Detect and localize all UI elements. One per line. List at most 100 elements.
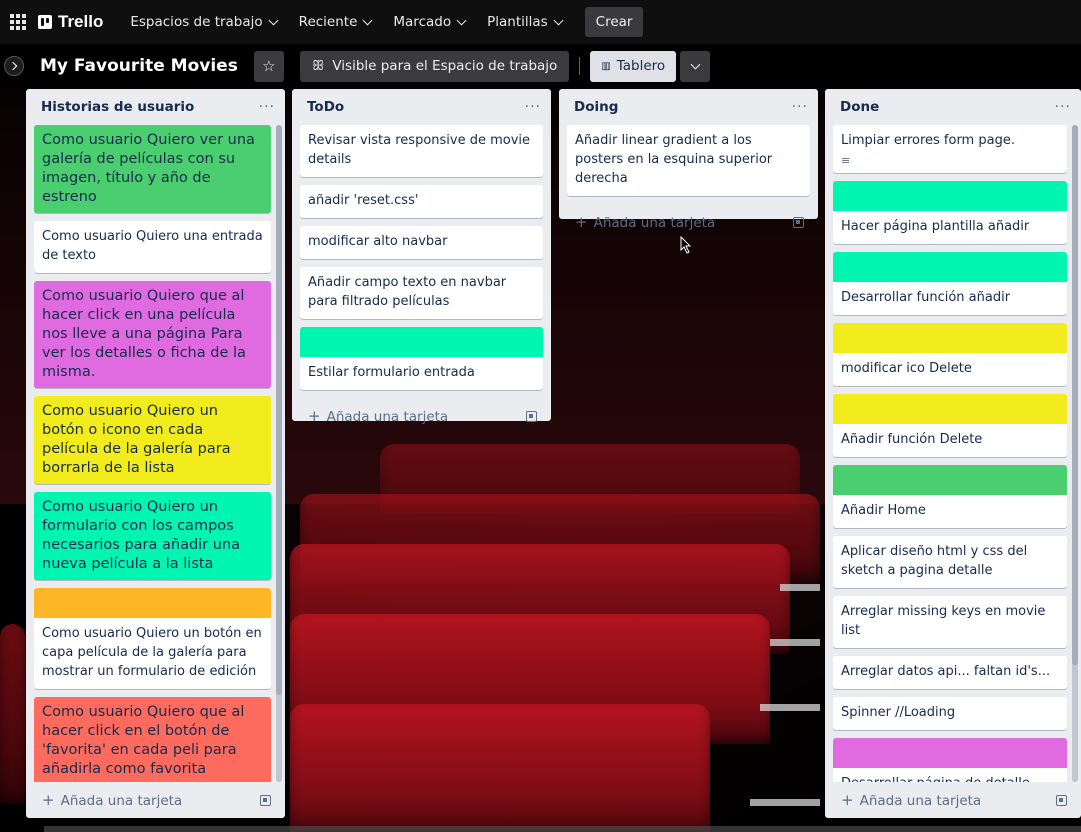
card[interactable]: Arreglar datos api... faltan id's... (833, 656, 1067, 689)
card[interactable]: Limpiar errores form page. ≡ (833, 125, 1067, 173)
add-card-label: Añada una tarjeta (859, 793, 982, 809)
background-step (780, 584, 820, 591)
card-container: Añadir linear gradient a los posters en … (559, 125, 818, 204)
card[interactable]: modificar ico Delete (833, 323, 1067, 386)
card[interactable]: Como usuario Quiero una entrada de texto (34, 221, 271, 273)
card-cover (300, 327, 543, 357)
card-title: Como usuario Quiero un botón o icono en … (42, 403, 231, 476)
card-title: Como usuario Quiero que al hacer click e… (42, 288, 246, 380)
card-cover (833, 465, 1067, 495)
chevron-down-icon (268, 15, 279, 25)
star-icon: ☆ (262, 57, 276, 75)
card-title: Añadir campo texto en navbar para filtra… (308, 275, 507, 309)
card[interactable]: modificar alto navbar (300, 226, 543, 259)
card-title: Como usuario Quiero un formulario con lo… (42, 499, 241, 572)
card[interactable]: Como usuario Quiero un formulario con lo… (34, 492, 271, 580)
card[interactable]: Hacer página plantilla añadir (833, 181, 1067, 244)
card[interactable]: Arreglar missing keys en movie list (833, 596, 1067, 648)
description-icon: ≡ (841, 154, 851, 167)
chevron-down-icon (456, 15, 467, 25)
card[interactable]: Aplicar diseño html y css del sketch a p… (833, 536, 1067, 588)
background-step (750, 799, 820, 806)
card[interactable]: Desarrollar función añadir (833, 252, 1067, 315)
card[interactable]: añadir 'reset.css' (300, 185, 543, 218)
add-card-button[interactable]: + Añada una tarjeta (559, 204, 818, 240)
nav-recent[interactable]: Reciente (288, 6, 383, 38)
board-title[interactable]: My Favourite Movies (40, 56, 238, 76)
nav-label: Plantillas (487, 14, 548, 30)
card[interactable]: Añadir Home (833, 465, 1067, 528)
add-card-button[interactable]: + Añada una tarjeta (292, 398, 551, 434)
chevron-down-icon (362, 15, 373, 25)
card-cover (34, 588, 271, 618)
board-view-button[interactable]: ▥ Tablero (590, 50, 677, 82)
list-menu-icon[interactable]: ··· (792, 99, 808, 115)
list-menu-icon[interactable]: ··· (1055, 99, 1071, 115)
add-card-button[interactable]: + Añada una tarjeta (26, 782, 285, 818)
card[interactable]: Revisar vista responsive de movie detail… (300, 125, 543, 177)
card-title: Aplicar diseño html y css del sketch a p… (841, 544, 1028, 578)
card-template-icon[interactable] (526, 410, 537, 422)
list-title[interactable]: Doing (574, 99, 618, 115)
add-card-label: Añada una tarjeta (60, 793, 183, 809)
nav-label: Reciente (298, 14, 358, 30)
card-template-icon[interactable] (793, 216, 804, 228)
chevron-down-icon (553, 15, 564, 25)
trello-logo[interactable]: Trello (38, 12, 103, 32)
nav-templates[interactable]: Plantillas (476, 6, 573, 38)
card[interactable]: Como usuario Quiero que al hacer click e… (34, 697, 271, 782)
card-title: Como usuario Quiero que al hacer click e… (42, 704, 245, 777)
card-cover (833, 252, 1067, 282)
list-todo: ToDo ··· Revisar vista responsive de movi… (292, 89, 551, 425)
create-button[interactable]: Crear (584, 7, 644, 37)
apps-grid-icon[interactable] (10, 14, 26, 30)
trello-mark-icon (38, 15, 52, 29)
card-title: Añadir Home (841, 503, 926, 518)
card[interactable]: Como usuario Quiero ver una galería de p… (34, 125, 271, 213)
list-scrollbar[interactable] (1072, 125, 1078, 782)
add-card-label: Añada una tarjeta (593, 215, 716, 231)
list-menu-icon[interactable]: ··· (259, 99, 275, 115)
card-title: Como usuario Quiero un botón en capa pel… (42, 626, 262, 679)
card-title: Hacer página plantilla añadir (841, 219, 1030, 234)
add-card-button[interactable]: + Añada una tarjeta (825, 782, 1081, 818)
card-cover (833, 394, 1067, 424)
card[interactable]: Estilar formulario entrada (300, 327, 543, 390)
card[interactable]: Como usuario Quiero un botón en capa pel… (34, 588, 271, 689)
card-cover (833, 323, 1067, 353)
views-dropdown-button[interactable] (680, 50, 711, 82)
list-scrollbar[interactable] (276, 125, 282, 782)
list-menu-icon[interactable]: ··· (525, 99, 541, 115)
card[interactable]: Como usuario Quiero que al hacer click e… (34, 281, 271, 388)
nav-label: Espacios de trabajo (130, 14, 263, 30)
card[interactable]: Añadir campo texto en navbar para filtra… (300, 267, 543, 319)
list-done: Done ··· Limpiar errores form page. ≡ Hacer… (825, 89, 1081, 818)
card-title: Como usuario Quiero ver una galería de p… (42, 132, 255, 205)
sidebar-expand-icon[interactable] (4, 56, 24, 76)
list-title[interactable]: Historias de usuario (41, 99, 194, 115)
card-container: Limpiar errores form page. ≡ Hacer página … (825, 125, 1081, 782)
header-divider (579, 57, 581, 75)
visibility-button[interactable]: ꕥ Visible para el Espacio de trabajo (299, 50, 570, 82)
board-header: My Favourite Movies ☆ ꕥ Visible para el … (0, 44, 1081, 88)
chevron-down-icon (690, 59, 701, 69)
card-template-icon[interactable] (1056, 794, 1067, 806)
card-template-icon[interactable] (260, 794, 271, 806)
list-title[interactable]: ToDo (307, 99, 344, 115)
card[interactable]: Añadir función Delete (833, 394, 1067, 457)
brand-name: Trello (58, 12, 104, 31)
nav-workspaces[interactable]: Espacios de trabajo (119, 6, 287, 38)
card-title: Arreglar missing keys en movie list (841, 604, 1046, 638)
list-title[interactable]: Done (840, 99, 879, 115)
list-doing: Doing ··· Añadir linear gradient a los po… (559, 89, 818, 231)
card[interactable]: Spinner //Loading (833, 697, 1067, 730)
mouse-cursor-icon (680, 236, 692, 254)
card[interactable]: Desarrollar página de detalle (833, 738, 1067, 782)
card[interactable]: Añadir linear gradient a los posters en … (567, 125, 810, 196)
add-card-label: Añada una tarjeta (326, 409, 449, 425)
nav-label: Marcado (393, 14, 452, 30)
nav-starred[interactable]: Marcado (382, 6, 476, 38)
card[interactable]: Como usuario Quiero un botón o icono en … (34, 396, 271, 484)
horizontal-scrollbar[interactable] (44, 826, 1081, 832)
star-board-button[interactable]: ☆ (253, 50, 284, 82)
